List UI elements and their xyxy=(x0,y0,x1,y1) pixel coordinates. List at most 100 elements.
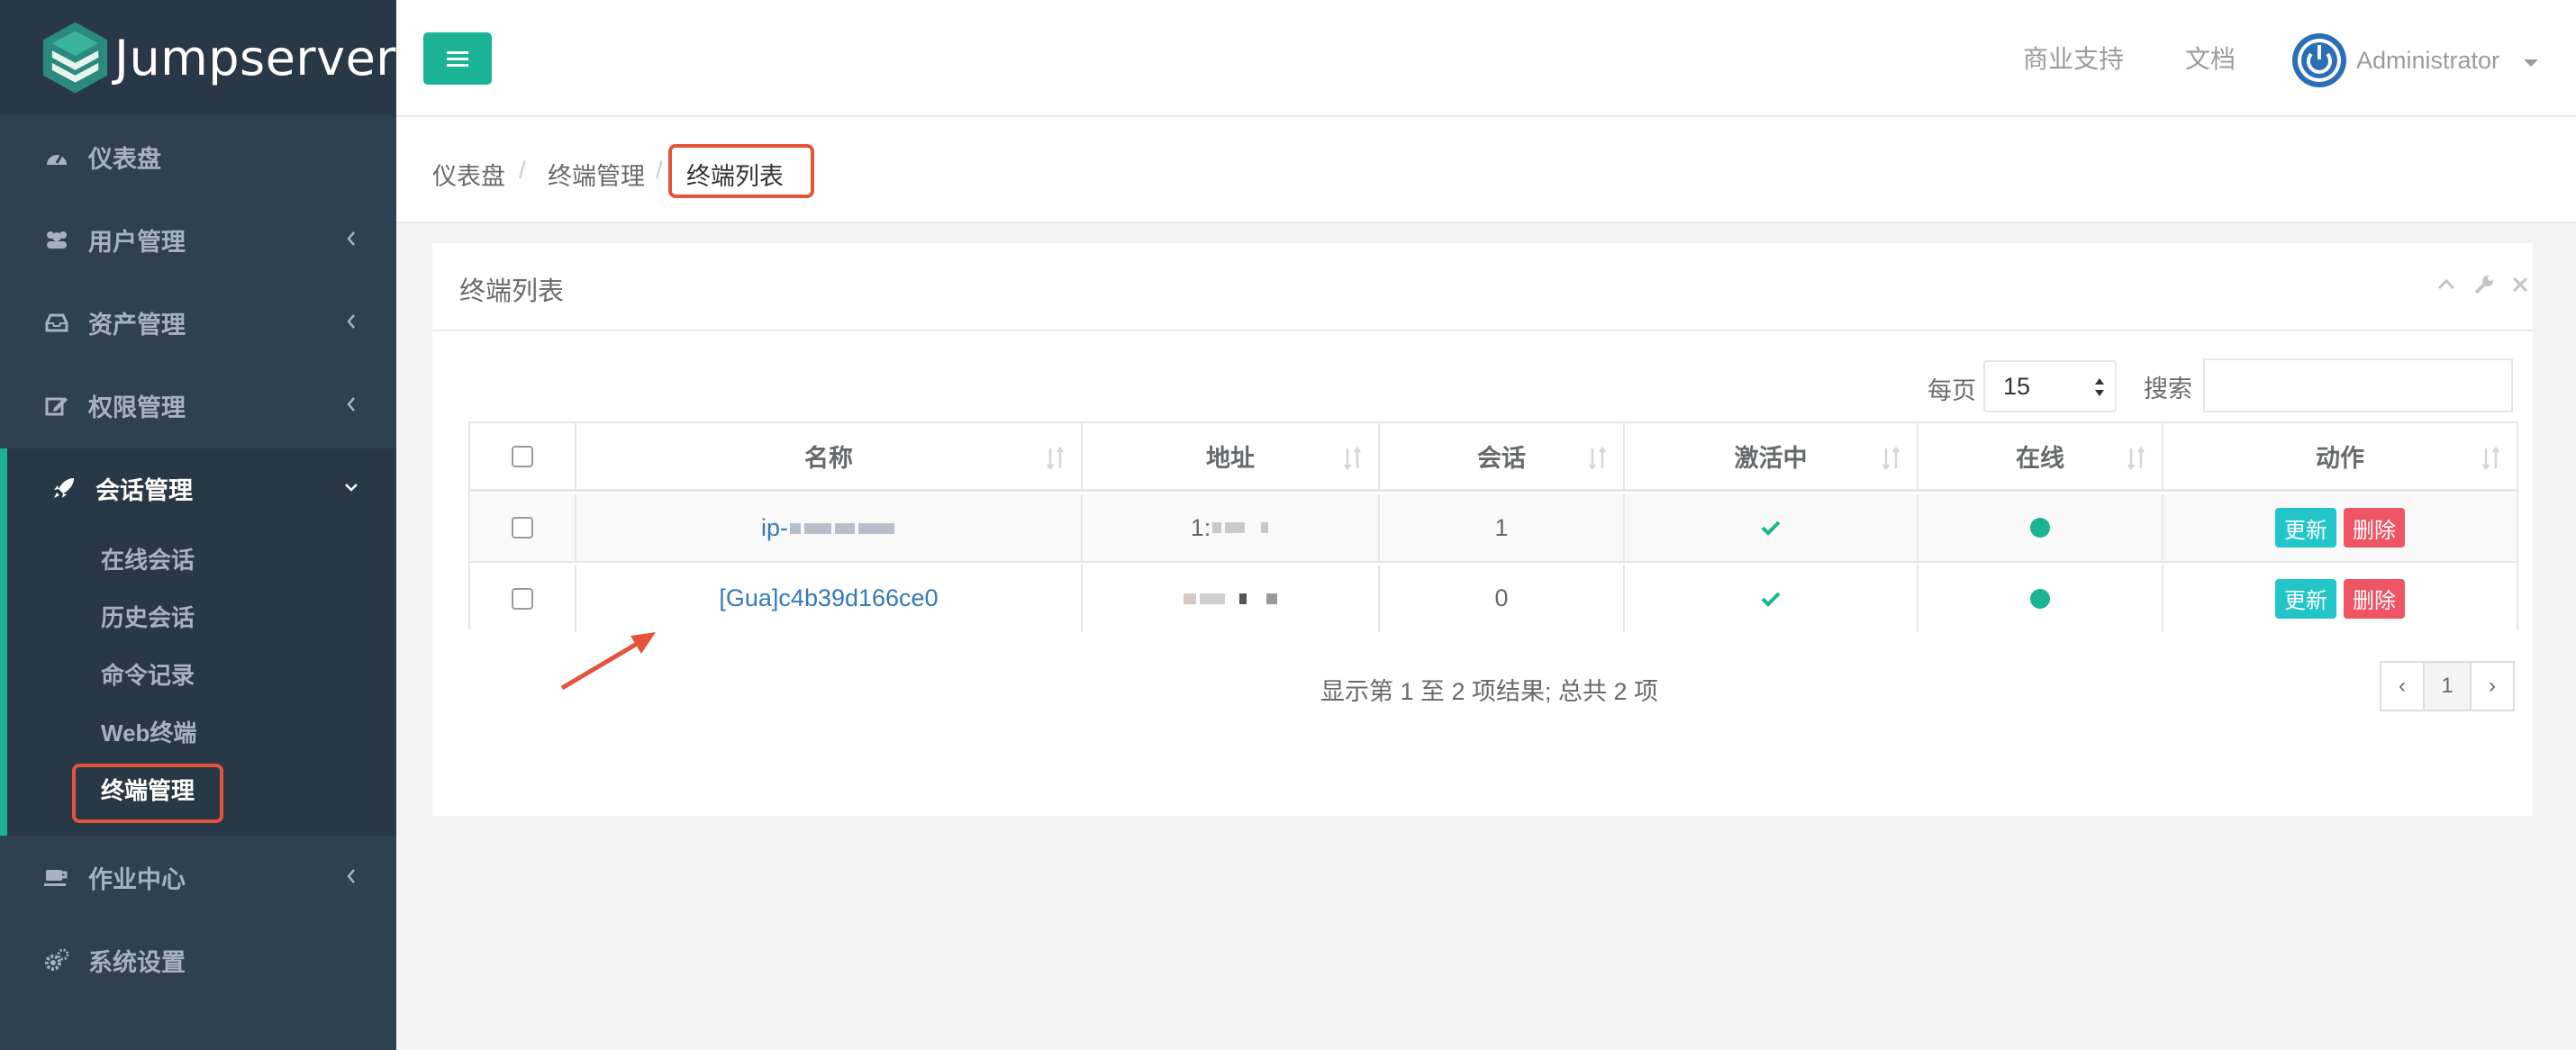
sidebar-subitem-web-terminal[interactable]: Web终端 xyxy=(101,704,196,758)
terminal-name-text: ip- xyxy=(760,513,788,541)
search-input[interactable] xyxy=(2203,358,2513,412)
top-navbar: 商业支持 文档 Administrator xyxy=(396,0,2576,117)
dashboard-icon xyxy=(43,143,70,170)
page-button[interactable]: 1 xyxy=(2423,661,2472,711)
commercial-support-link[interactable]: 商业支持 xyxy=(2023,40,2124,76)
redacted-text xyxy=(1212,522,1222,533)
sidebar-item-permissions[interactable]: 权限管理 xyxy=(0,364,396,447)
sidebar-subitem-command-log[interactable]: 命令记录 xyxy=(101,647,195,701)
column-label: 地址 xyxy=(1206,445,1255,472)
update-button[interactable]: 更新 xyxy=(2275,578,2336,619)
breadcrumb-separator: / xyxy=(656,157,663,184)
column-label: 名称 xyxy=(804,445,853,472)
terminal-online-cell xyxy=(1918,565,2163,632)
wrench-icon[interactable] xyxy=(2472,272,2497,297)
sort-icon xyxy=(2482,446,2499,471)
check-icon xyxy=(1761,592,1781,607)
sidebar-item-settings[interactable]: 系统设置 xyxy=(0,919,396,1001)
jumpserver-logo-icon xyxy=(42,22,108,94)
sidebar-item-users[interactable]: 用户管理 xyxy=(0,198,396,281)
breadcrumb: 仪表盘 / 终端管理 / 终端列表 xyxy=(396,117,2576,223)
terminal-name-cell: ip- xyxy=(576,494,1083,561)
redacted-text xyxy=(835,523,855,535)
caret-down-icon[interactable] xyxy=(2524,59,2538,67)
sidebar-subitem-history-sessions[interactable]: 历史会话 xyxy=(101,589,195,643)
table-row: [Gua]c4b39d166ce0 0 更新 删除 xyxy=(470,565,2517,632)
sort-icon xyxy=(1882,446,1900,471)
sidebar-item-label: 系统设置 xyxy=(88,948,186,976)
breadcrumb-dashboard[interactable]: 仪表盘 xyxy=(432,157,505,192)
terminal-active-cell xyxy=(1625,565,1918,632)
chevron-left-icon xyxy=(347,314,355,329)
redacted-text xyxy=(790,523,801,535)
column-header-actions[interactable]: 动作 xyxy=(2163,423,2517,489)
update-button[interactable]: 更新 xyxy=(2275,508,2336,548)
highlight-box xyxy=(668,144,814,198)
sidebar-item-label: 会话管理 xyxy=(95,476,193,504)
terminal-actions-cell: 更新 删除 xyxy=(2163,565,2517,632)
highlight-box xyxy=(72,764,223,823)
sort-icon xyxy=(1047,446,1064,471)
panel-title: 终端列表 xyxy=(459,277,565,306)
user-menu-label[interactable]: Administrator xyxy=(2356,47,2499,75)
column-header-active[interactable]: 激活中 xyxy=(1625,423,1918,489)
terminal-sessions-cell: 1 xyxy=(1380,494,1625,561)
annotation-arrow-icon xyxy=(560,632,656,691)
sidebar-item-dashboard[interactable]: 仪表盘 xyxy=(0,115,396,198)
column-label: 激活中 xyxy=(1734,445,1808,472)
logo-text: Jumpserver xyxy=(114,29,396,86)
per-page-value: 15 xyxy=(2003,372,2031,400)
delete-button[interactable]: 删除 xyxy=(2344,578,2405,619)
avatar[interactable] xyxy=(2291,32,2347,88)
next-page-button[interactable]: › xyxy=(2470,661,2515,711)
column-header-address[interactable]: 地址 xyxy=(1083,423,1380,489)
column-header-online[interactable]: 在线 xyxy=(1918,423,2163,489)
panel-header: 终端列表 xyxy=(432,243,2533,331)
sidebar-item-assets[interactable]: 资产管理 xyxy=(0,281,396,364)
terminal-address-cell xyxy=(1083,565,1380,632)
menu-toggle-button[interactable] xyxy=(423,32,492,85)
online-status-dot xyxy=(2030,518,2050,538)
select-all-checkbox[interactable] xyxy=(512,445,533,467)
chevron-left-icon xyxy=(347,869,355,883)
check-icon xyxy=(1761,520,1781,536)
collapse-icon[interactable] xyxy=(2434,272,2459,297)
coffee-icon xyxy=(43,864,70,891)
table-row: ip- 1: 1 更新 删除 xyxy=(470,494,2517,563)
column-header-sessions[interactable]: 会话 xyxy=(1380,423,1625,489)
logo[interactable]: Jumpserver xyxy=(0,0,396,115)
chevron-left-icon xyxy=(347,231,355,246)
chevron-left-icon xyxy=(347,397,355,412)
terminal-sessions-cell: 0 xyxy=(1380,565,1625,632)
sort-icon xyxy=(2127,446,2145,471)
breadcrumb-terminal-management[interactable]: 终端管理 xyxy=(548,157,645,192)
sidebar-item-jobs[interactable]: 作业中心 xyxy=(0,836,396,919)
row-checkbox[interactable] xyxy=(512,517,533,539)
terminal-table: 名称 地址 会话 激活中 在线 动作 ip- 1: 1 更新 删除 [Gua]c… xyxy=(468,421,2518,632)
table-header: 名称 地址 会话 激活中 在线 动作 xyxy=(470,423,2517,492)
terminal-active-cell xyxy=(1625,494,1918,561)
sidebar-subitem-online-sessions[interactable]: 在线会话 xyxy=(101,531,195,585)
sort-icon xyxy=(1589,446,1606,471)
redacted-text xyxy=(1239,593,1247,604)
terminal-name-link[interactable]: [Gua]c4b39d166ce0 xyxy=(719,584,938,612)
sidebar-item-label: 资产管理 xyxy=(88,311,186,339)
prev-page-button[interactable]: ‹ xyxy=(2380,661,2425,711)
redacted-text xyxy=(1261,522,1269,533)
delete-button[interactable]: 删除 xyxy=(2344,508,2405,548)
edit-icon xyxy=(43,392,70,419)
terminal-name-link[interactable]: ip- xyxy=(761,514,896,542)
row-select-cell xyxy=(470,494,576,561)
row-checkbox[interactable] xyxy=(512,587,533,610)
terminal-list-panel: 终端列表 每页 15 搜索 名称 地址 会话 激活中 在线 动作 ip- 1: … xyxy=(432,243,2533,816)
sidebar-item-label: 作业中心 xyxy=(88,865,186,893)
sidebar-item-sessions[interactable]: 会话管理 xyxy=(0,447,396,530)
close-icon[interactable] xyxy=(2508,272,2533,297)
select-all-cell xyxy=(470,423,576,489)
per-page-select[interactable]: 15 xyxy=(1983,360,2117,412)
inbox-icon xyxy=(43,309,70,336)
table-summary: 显示第 1 至 2 项结果; 总共 2 项 xyxy=(1320,678,1659,705)
docs-link[interactable]: 文档 xyxy=(2185,40,2236,76)
column-header-name[interactable]: 名称 xyxy=(576,423,1083,489)
redacted-text xyxy=(1266,593,1277,604)
